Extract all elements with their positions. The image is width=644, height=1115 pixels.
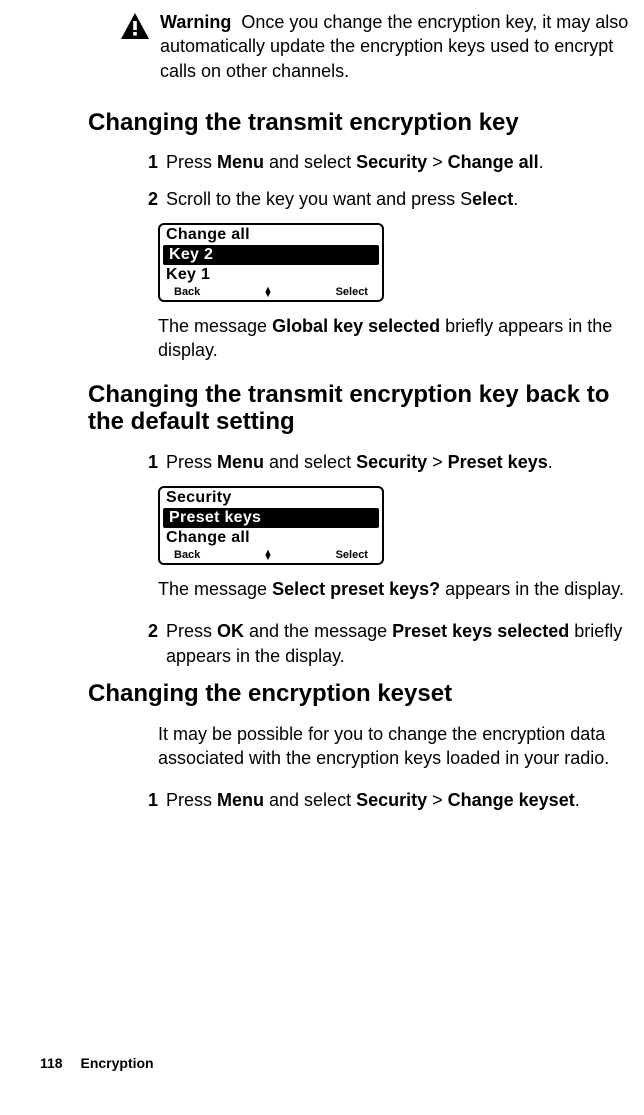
heading-default: Changing the transmit encryption key bac…	[88, 381, 638, 436]
lcd-row: Key 1	[160, 265, 382, 285]
warning-icon	[120, 12, 150, 40]
softkey-right: Select	[336, 286, 368, 298]
warning-block: Warning Once you change the encryption k…	[120, 10, 638, 83]
lcd-row-selected: Preset keys	[163, 508, 379, 528]
step-number: 1	[138, 450, 166, 474]
result-text: The message Select preset keys? appears …	[158, 577, 638, 601]
step-text: Scroll to the key you want and press Sel…	[166, 187, 638, 211]
heading-transmit: Changing the transmit encryption key	[88, 109, 638, 137]
step-text: Press Menu and select Security > Preset …	[166, 450, 638, 474]
lcd-row-selected: Key 2	[163, 245, 379, 265]
step-text: Press OK and the message Preset keys sel…	[166, 619, 638, 668]
softkey-left: Back	[174, 286, 200, 298]
page-number: 118	[40, 1055, 63, 1071]
step: 1 Press Menu and select Security > Prese…	[158, 450, 638, 474]
content-area: Warning Once you change the encryption k…	[0, 10, 644, 813]
lcd-row: Security	[160, 488, 382, 508]
step: 2 Press OK and the message Preset keys s…	[158, 619, 638, 668]
warning-text: Warning Once you change the encryption k…	[160, 10, 638, 83]
step-number: 2	[138, 187, 166, 211]
heading-keyset: Changing the encryption keyset	[88, 680, 638, 708]
lcd-row: Change all	[160, 225, 382, 245]
result-text: The message Global key selected briefly …	[158, 314, 638, 363]
lcd-row: Change all	[160, 528, 382, 548]
step-text: Press Menu and select Security > Change …	[166, 788, 638, 812]
softkey-right: Select	[336, 549, 368, 561]
lcd-softkeys: Back ▲▼ Select	[160, 548, 382, 563]
step-number: 2	[138, 619, 166, 668]
page-footer: 118 Encryption	[40, 1055, 154, 1071]
lcd-screen: Security Preset keys Change all Back ▲▼ …	[158, 486, 384, 565]
step: 1 Press Menu and select Security > Chang…	[158, 150, 638, 174]
nav-updown-icon: ▲▼	[263, 550, 272, 560]
lcd-softkeys: Back ▲▼ Select	[160, 285, 382, 300]
warning-body: Once you change the encryption key, it m…	[160, 12, 628, 81]
step-number: 1	[138, 150, 166, 174]
lcd-screen: Change all Key 2 Key 1 Back ▲▼ Select	[158, 223, 384, 302]
softkey-left: Back	[174, 549, 200, 561]
intro-text: It may be possible for you to change the…	[158, 722, 638, 771]
warning-label: Warning	[160, 12, 231, 32]
nav-updown-icon: ▲▼	[263, 287, 272, 297]
step-number: 1	[138, 788, 166, 812]
step-text: Press Menu and select Security > Change …	[166, 150, 638, 174]
section-title: Encryption	[80, 1055, 153, 1071]
step: 2 Scroll to the key you want and press S…	[158, 187, 638, 211]
page: Warning Once you change the encryption k…	[0, 0, 644, 1115]
step: 1 Press Menu and select Security > Chang…	[158, 788, 638, 812]
